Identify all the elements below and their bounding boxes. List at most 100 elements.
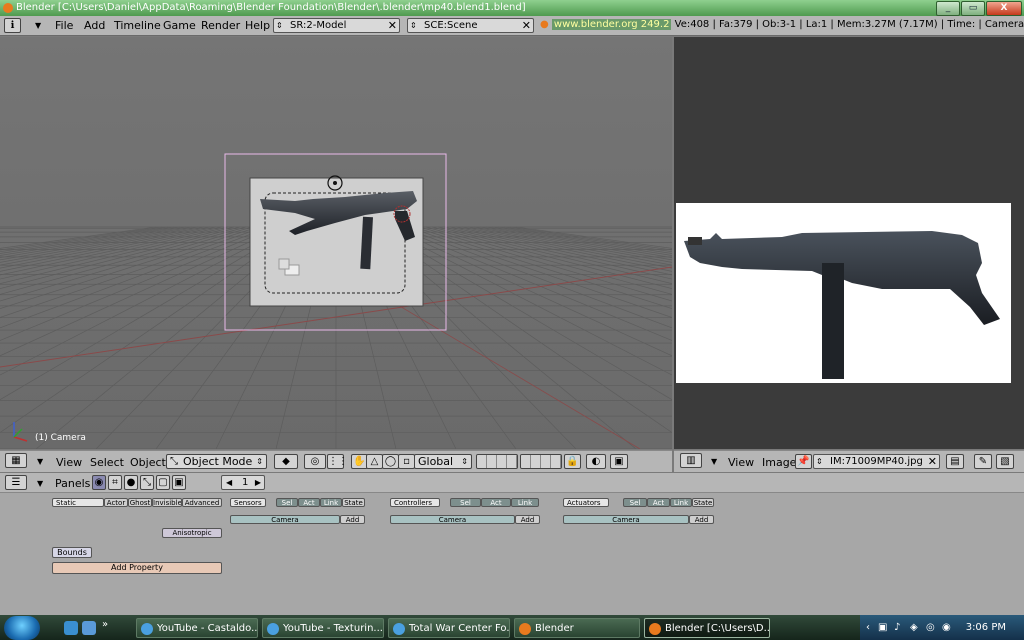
menu-game[interactable]: Game xyxy=(163,19,196,32)
task-blender-active[interactable]: Blender [C:\Users\D... xyxy=(644,618,770,638)
actuators-add-button[interactable]: Add xyxy=(689,515,714,524)
actuators-state-button[interactable]: State xyxy=(692,498,714,507)
editing-context-icon[interactable]: ▢ xyxy=(156,475,170,490)
image-editor[interactable] xyxy=(674,37,1024,449)
ghost-button[interactable]: Ghost xyxy=(128,498,152,507)
menu-image[interactable]: Image xyxy=(762,456,796,469)
brush-icon[interactable]: ✎ xyxy=(974,454,992,469)
object-mode-icon: ⤡ xyxy=(170,456,178,467)
pivot-point-icon[interactable]: ◎ xyxy=(304,454,326,469)
image-selector[interactable]: ⇕ IM:71009MP40.jpg ✕ xyxy=(813,454,940,469)
window-type-3d-icon[interactable]: ▦ xyxy=(5,453,27,468)
bounds-button[interactable]: Bounds xyxy=(52,547,92,558)
advanced-button[interactable]: Advanced xyxy=(182,498,222,507)
task-youtube-castaldo[interactable]: YouTube - Castaldo... xyxy=(136,618,258,638)
decrement-arrow-icon[interactable]: ◀ xyxy=(226,476,232,489)
draw-type-icon[interactable]: ◆ xyxy=(274,454,298,469)
controllers-act-button[interactable]: Act xyxy=(481,498,511,507)
ie-quicklaunch-icon[interactable] xyxy=(64,621,78,635)
actor-button[interactable]: Actor xyxy=(104,498,128,507)
orientation-selector[interactable]: Global ⇕ xyxy=(414,454,472,469)
actuators-sel-button[interactable]: Sel xyxy=(623,498,647,507)
menu-file[interactable]: File xyxy=(55,19,73,32)
menu-object[interactable]: Object xyxy=(130,456,166,469)
pin-image-icon[interactable]: 📌 xyxy=(795,454,812,469)
lock-icon[interactable]: 🔒 xyxy=(564,454,581,469)
shading-context-icon[interactable]: ● xyxy=(124,475,138,490)
menu-select[interactable]: Select xyxy=(90,456,124,469)
controllers-link-button[interactable]: Link xyxy=(511,498,539,507)
show-desktop-icon[interactable] xyxy=(82,621,96,635)
controllers-sel-button[interactable]: Sel xyxy=(450,498,481,507)
window-type-image-icon[interactable]: ▥ xyxy=(680,453,702,468)
clock[interactable]: 3:06 PM xyxy=(966,615,1006,640)
image-editor-header: ▥ ▼ View Image 📌 ⇕ IM:71009MP40.jpg ✕ ▤ … xyxy=(674,450,1024,472)
panels-label: Panels xyxy=(55,477,91,490)
window-type-buttons-icon[interactable]: ☰ xyxy=(5,475,27,490)
translate-manipulator-icon[interactable]: △ xyxy=(366,454,383,469)
actuators-link-button[interactable]: Link xyxy=(670,498,692,507)
invisible-button[interactable]: Invisible xyxy=(152,498,182,507)
3d-viewport[interactable]: (1) Camera xyxy=(0,37,672,449)
close-button[interactable]: X xyxy=(986,1,1022,16)
layer-buttons-a[interactable] xyxy=(476,454,518,469)
task-blender[interactable]: Blender xyxy=(514,618,640,638)
scene-selector[interactable]: ⇕ SCE:Scene ✕ xyxy=(407,18,534,33)
scene-context-icon[interactable]: ▣ xyxy=(172,475,186,490)
script-context-icon[interactable]: ⌗ xyxy=(108,475,122,490)
menu-timeline[interactable]: Timeline xyxy=(114,19,161,32)
quicklaunch-more-icon[interactable]: » xyxy=(102,619,108,630)
frame-number-field[interactable]: ◀ 1 ▶ xyxy=(221,475,265,490)
object-context-icon[interactable]: ⤡ xyxy=(140,475,154,490)
security-icon[interactable]: ◈ xyxy=(910,615,918,640)
tray-app-icon-2[interactable]: ◉ xyxy=(942,615,951,640)
logic-context-icon[interactable]: ◉ xyxy=(92,475,106,490)
sensors-sel-button[interactable]: Sel xyxy=(276,498,298,507)
render-preview-icon[interactable]: ◐ xyxy=(586,454,606,469)
sensors-link-button[interactable]: Link xyxy=(320,498,342,507)
network-icon[interactable]: ▣ xyxy=(878,615,887,640)
mode-selector[interactable]: ⤡ Object Mode ⇕ xyxy=(166,454,267,469)
menu-add[interactable]: Add xyxy=(84,19,105,32)
collapse-menu-icon[interactable]: ▼ xyxy=(711,457,717,466)
unlink-image-icon[interactable]: ✕ xyxy=(928,455,937,468)
sensors-camera-button[interactable]: Camera xyxy=(230,515,340,524)
delete-scene-icon[interactable]: ✕ xyxy=(522,19,531,32)
render-image-icon[interactable]: ▣ xyxy=(610,454,628,469)
static-button[interactable]: Static xyxy=(52,498,104,507)
menu-image-view[interactable]: View xyxy=(728,456,754,469)
window-type-info-icon[interactable]: ℹ xyxy=(4,18,21,33)
tray-expand-icon[interactable]: ‹ xyxy=(866,615,870,640)
sensors-act-button[interactable]: Act xyxy=(298,498,320,507)
increment-arrow-icon[interactable]: ▶ xyxy=(255,476,261,489)
menu-view[interactable]: View xyxy=(56,456,82,469)
layer-buttons-b[interactable] xyxy=(520,454,562,469)
minimize-button[interactable]: _ xyxy=(936,1,960,16)
maximize-button[interactable]: ▭ xyxy=(961,1,985,16)
actuators-act-button[interactable]: Act xyxy=(647,498,670,507)
rotate-manipulator-icon[interactable]: ◯ xyxy=(382,454,399,469)
screen-selector[interactable]: ⇕ SR:2-Model ✕ xyxy=(273,18,400,33)
collapse-menu-icon[interactable]: ▼ xyxy=(37,479,43,488)
delete-screen-icon[interactable]: ✕ xyxy=(388,19,397,32)
actuators-camera-button[interactable]: Camera xyxy=(563,515,689,524)
controllers-camera-button[interactable]: Camera xyxy=(390,515,515,524)
scale-manipulator-icon[interactable]: ▫ xyxy=(398,454,415,469)
tray-app-icon[interactable]: ◎ xyxy=(926,615,935,640)
layer-lock-icon[interactable]: ⋮⋮ xyxy=(327,454,348,469)
sensors-state-button[interactable]: State xyxy=(342,498,365,507)
controllers-add-button[interactable]: Add xyxy=(515,515,540,524)
add-property-button[interactable]: Add Property xyxy=(52,562,222,574)
menu-help[interactable]: Help xyxy=(245,19,270,32)
task-total-war-center[interactable]: Total War Center Fo... xyxy=(388,618,510,638)
collapse-menu-icon[interactable]: ▼ xyxy=(35,21,41,30)
task-youtube-texturing[interactable]: YouTube - Texturin... xyxy=(262,618,384,638)
volume-icon[interactable]: ♪ xyxy=(894,615,900,640)
start-button[interactable] xyxy=(4,616,40,640)
anisotropic-button[interactable]: Anisotropic xyxy=(162,528,222,538)
image-zoom-icon[interactable]: ▧ xyxy=(996,454,1014,469)
collapse-menu-icon[interactable]: ▼ xyxy=(37,457,43,466)
menu-render[interactable]: Render xyxy=(201,19,240,32)
sensors-add-button[interactable]: Add xyxy=(340,515,365,524)
image-paint-icon[interactable]: ▤ xyxy=(946,454,964,469)
